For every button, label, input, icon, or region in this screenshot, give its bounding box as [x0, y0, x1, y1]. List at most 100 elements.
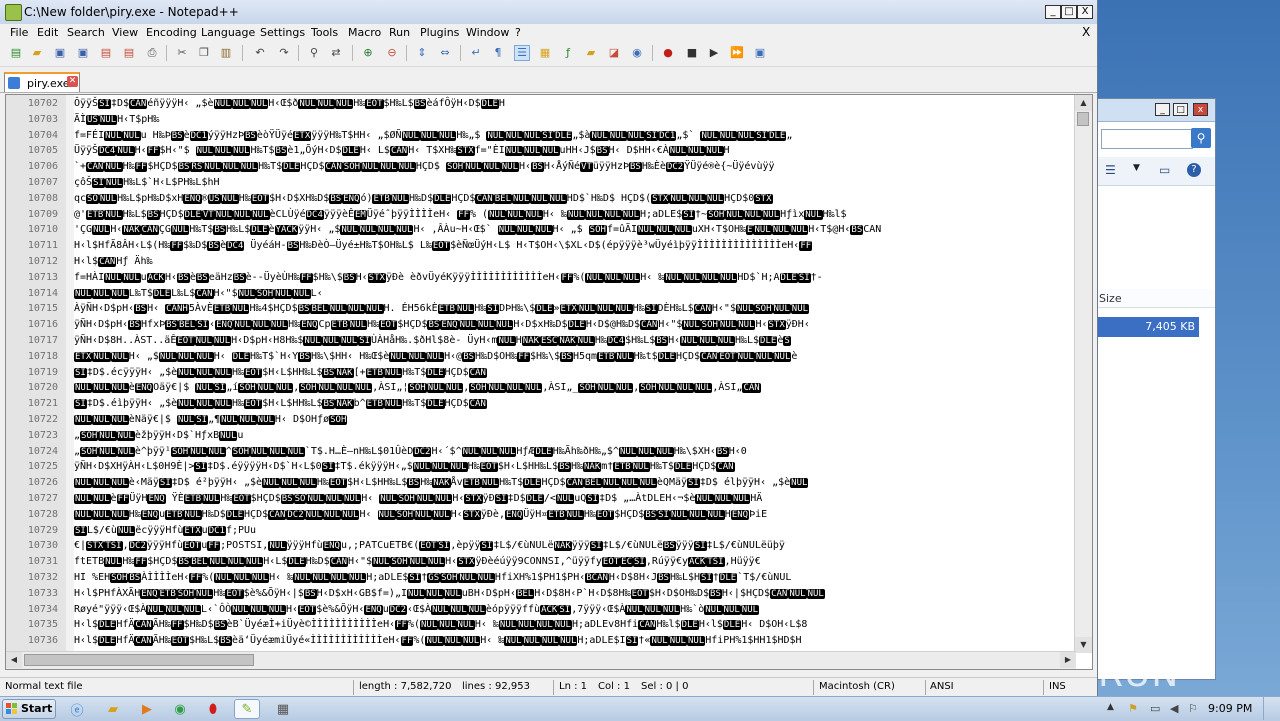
- explorer-icon[interactable]: ▰: [100, 699, 126, 719]
- preview-pane-icon[interactable]: ▭: [1159, 163, 1170, 177]
- status-eol[interactable]: Macintosh (CR): [819, 681, 895, 692]
- status-encoding[interactable]: ANSI: [930, 681, 954, 692]
- notepadpp-taskbar-icon[interactable]: ✎: [234, 699, 260, 719]
- eye-icon[interactable]: ◉: [629, 45, 645, 61]
- menu-plugins[interactable]: Plugins: [420, 26, 459, 39]
- media-player-icon[interactable]: ▶: [134, 699, 160, 719]
- folder-workspace-icon[interactable]: ▰: [583, 45, 599, 61]
- play-macro-icon[interactable]: ▶: [706, 45, 722, 61]
- vertical-scrollbar[interactable]: ▲ ▼: [1074, 95, 1092, 653]
- word-wrap-icon[interactable]: ↵: [468, 45, 484, 61]
- scroll-up-icon[interactable]: ▲: [1075, 95, 1092, 111]
- menu-language[interactable]: Language: [201, 26, 255, 39]
- cut-icon[interactable]: ✂: [174, 45, 190, 61]
- text-token: è: [791, 350, 798, 362]
- control-char-token: NUL: [790, 304, 810, 315]
- line-number: 10717: [27, 335, 58, 346]
- explorer-close-button[interactable]: x: [1193, 103, 1208, 116]
- menu-search[interactable]: Search: [67, 26, 105, 39]
- flag-icon[interactable]: ⚐: [1188, 702, 1198, 715]
- menu-help[interactable]: ?: [515, 26, 521, 39]
- scroll-down-icon[interactable]: ▼: [1075, 637, 1092, 653]
- open-file-icon[interactable]: ▰: [29, 45, 45, 61]
- close-icon[interactable]: ▤: [98, 45, 114, 61]
- vertical-scroll-thumb[interactable]: [1077, 112, 1089, 126]
- find-icon[interactable]: ⚲: [306, 45, 322, 61]
- print-icon[interactable]: ⎙: [144, 45, 160, 61]
- taskbar-clock[interactable]: 9:09 PM: [1208, 702, 1252, 715]
- status-insert-mode[interactable]: INS: [1049, 681, 1066, 692]
- opera-icon[interactable]: ⬮: [200, 699, 226, 719]
- ie-icon[interactable]: ⓔ: [64, 699, 90, 719]
- start-button[interactable]: Start: [2, 699, 56, 719]
- sync-h-icon[interactable]: ⇔: [437, 45, 453, 61]
- calc-icon[interactable]: ▦: [270, 699, 296, 719]
- new-file-icon[interactable]: ▤: [8, 45, 24, 61]
- text-token: è: [128, 382, 135, 394]
- save-all-icon[interactable]: ▣: [75, 45, 91, 61]
- menu-window[interactable]: Window: [466, 26, 509, 39]
- explorer-maximize-button[interactable]: □: [1173, 103, 1188, 116]
- menu-encoding[interactable]: Encoding: [146, 26, 197, 39]
- explorer-column-header[interactable]: Size: [1097, 289, 1215, 308]
- action-center-icon[interactable]: ⚑: [1128, 702, 1138, 715]
- text-token: HÇD$: [244, 508, 269, 520]
- redo-icon[interactable]: ↷: [276, 45, 292, 61]
- close-document-icon[interactable]: X: [1082, 25, 1090, 39]
- menu-edit[interactable]: Edit: [37, 26, 58, 39]
- tab-piry-exe[interactable]: piry.exe ✕: [4, 72, 80, 92]
- close-all-icon[interactable]: ▤: [121, 45, 137, 61]
- stop-macro-icon[interactable]: ■: [684, 45, 700, 61]
- control-char-token: NUL: [650, 636, 669, 647]
- network-icon[interactable]: ▭: [1150, 702, 1160, 715]
- menu-tools[interactable]: Tools: [311, 26, 338, 39]
- record-macro-icon[interactable]: ●: [660, 45, 676, 61]
- chevron-down-icon[interactable]: ▼: [1133, 163, 1140, 173]
- undo-icon[interactable]: ↶: [252, 45, 268, 61]
- explorer-minimize-button[interactable]: _: [1155, 103, 1170, 116]
- volume-icon[interactable]: ◀: [1170, 702, 1178, 715]
- sync-v-icon[interactable]: ⇕: [414, 45, 430, 61]
- horizontal-scroll-thumb[interactable]: [24, 654, 254, 666]
- menu-file[interactable]: File: [10, 26, 28, 39]
- zoom-in-icon[interactable]: ⊕: [360, 45, 376, 61]
- scroll-right-icon[interactable]: ▶: [1060, 652, 1076, 668]
- control-char-token: NUL: [718, 130, 737, 141]
- menu-macro[interactable]: Macro: [348, 26, 381, 39]
- control-char-token: NUL: [716, 336, 735, 346]
- close-button[interactable]: X: [1077, 5, 1093, 19]
- zoom-out-icon[interactable]: ⊖: [384, 45, 400, 61]
- play-multiple-icon[interactable]: ⏩: [729, 45, 745, 61]
- paste-icon[interactable]: ▥: [218, 45, 234, 61]
- minimize-button[interactable]: _: [1045, 5, 1061, 19]
- menu-settings[interactable]: Settings: [260, 26, 305, 39]
- menu-view[interactable]: View: [112, 26, 138, 39]
- doc-map-icon[interactable]: ▦: [537, 45, 553, 61]
- show-all-chars-icon[interactable]: ¶: [490, 45, 506, 61]
- show-hidden-icons-icon[interactable]: ▲: [1107, 702, 1114, 712]
- explorer-window[interactable]: _ □ x ⚲ ☰ ▼ ▭ ? Size 7,405 KB: [1096, 98, 1216, 680]
- view-options-icon[interactable]: ☰: [1105, 163, 1116, 177]
- help-icon[interactable]: ?: [1187, 163, 1201, 177]
- monitor-icon[interactable]: ◪: [606, 45, 622, 61]
- replace-icon[interactable]: ⇄: [328, 45, 344, 61]
- save-icon[interactable]: ▣: [52, 45, 68, 61]
- text-editor[interactable]: 10702 10703 10704 10705 10706 10707 10708 10709…: [5, 94, 1093, 670]
- explorer-selected-file-size[interactable]: 7,405 KB: [1097, 317, 1199, 337]
- text-token: ^: [225, 445, 232, 457]
- explorer-search-input[interactable]: [1101, 129, 1193, 149]
- save-macro-icon[interactable]: ▣: [752, 45, 768, 61]
- chrome-icon[interactable]: ◉: [167, 699, 193, 719]
- maximize-button[interactable]: □: [1061, 5, 1077, 19]
- close-tab-icon[interactable]: ✕: [67, 76, 78, 87]
- copy-icon[interactable]: ❐: [196, 45, 212, 61]
- scroll-left-icon[interactable]: ◀: [6, 652, 22, 668]
- control-char-token: NUL: [620, 478, 639, 489]
- search-icon[interactable]: ⚲: [1191, 128, 1211, 148]
- indent-guide-icon[interactable]: ☰: [514, 45, 530, 61]
- text-token: H‰: [367, 319, 380, 331]
- menu-run[interactable]: Run: [389, 26, 410, 39]
- show-desktop-button[interactable]: [1263, 697, 1278, 720]
- function-list-icon[interactable]: ƒ: [560, 45, 576, 61]
- horizontal-scrollbar[interactable]: ◀ ▶: [6, 651, 1076, 669]
